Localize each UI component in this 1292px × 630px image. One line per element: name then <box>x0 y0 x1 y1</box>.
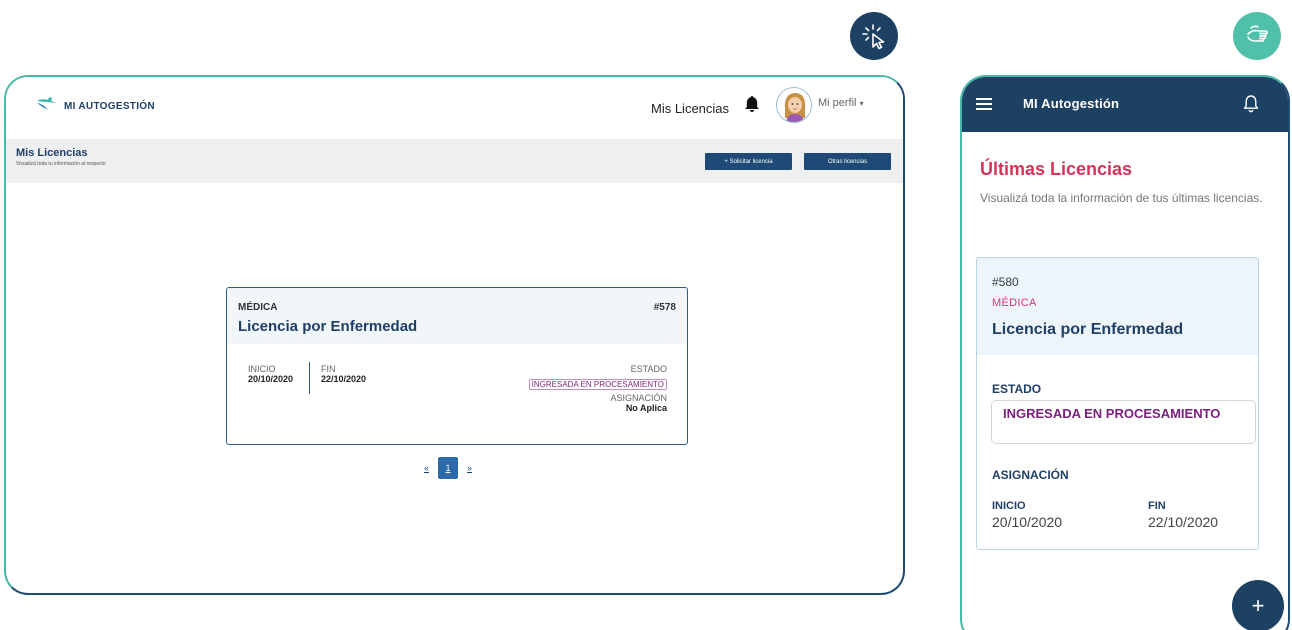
page-description: Visualizá toda la información de tus últ… <box>980 191 1263 205</box>
fin-field: FIN 22/10/2020 <box>321 364 366 384</box>
page-header: Mis Licencias Visualizá toda tu informac… <box>6 139 903 183</box>
asignacion-label: ASIGNACIÓN <box>992 468 1069 482</box>
inicio-value: 20/10/2020 <box>248 374 294 384</box>
inicio-label: INICIO <box>992 500 1026 512</box>
pagination-next[interactable]: » <box>467 463 472 473</box>
desktop-mockup: MI AUTOGESTIÓN Mis Licencias Mi perfil ▾… <box>4 75 905 595</box>
logo-icon <box>36 97 58 116</box>
add-button[interactable]: + <box>1232 580 1284 630</box>
license-number: #578 <box>653 302 676 313</box>
license-number: #580 <box>992 275 1019 289</box>
app-logo[interactable]: MI AUTOGESTIÓN <box>36 97 155 116</box>
inicio-field: INICIO 20/10/2020 <box>248 364 293 384</box>
mobile-mockup: MI Autogestión Últimas Licencias Visuali… <box>960 75 1290 630</box>
pagination: « 1 » <box>424 457 472 479</box>
estado-label: ESTADO <box>992 382 1042 396</box>
hamburger-menu-icon[interactable] <box>976 97 992 116</box>
page-title: Mis Licencias <box>16 147 88 159</box>
pagination-page-1[interactable]: 1 <box>438 457 459 479</box>
page-description: Visualizá toda tu información al respect… <box>16 161 106 167</box>
license-card[interactable]: MÉDICA #578 Licencia por Enfermedad INIC… <box>226 287 688 445</box>
desktop-top-bar: MI AUTOGESTIÓN Mis Licencias Mi perfil ▾ <box>6 77 903 139</box>
hand-touch-icon <box>1233 12 1281 60</box>
app-title: MI Autogestión <box>1023 96 1120 111</box>
license-card-header: #580 MÉDICA Licencia por Enfermedad <box>977 258 1258 355</box>
bell-icon[interactable] <box>1243 94 1259 118</box>
inicio-value: 20/10/2020 <box>992 514 1063 530</box>
estado-label: ESTADO <box>630 364 667 374</box>
logo-text: MI AUTOGESTIÓN <box>64 101 155 112</box>
page-title: Últimas Licencias <box>980 159 1133 179</box>
divider <box>309 362 310 394</box>
estado-field: ESTADO INGRESADA EN PROCESAMIENTO ASIGNA… <box>528 364 667 413</box>
fin-value: 22/10/2020 <box>1148 514 1219 530</box>
status-badge: INGRESADA EN PROCESAMIENTO <box>991 400 1256 444</box>
fin-value: 22/10/2020 <box>321 374 367 384</box>
showcase-stage: MI AUTOGESTIÓN Mis Licencias Mi perfil ▾… <box>0 0 1292 630</box>
license-card-header: MÉDICA #578 Licencia por Enfermedad <box>227 288 687 344</box>
profile-label: Mi perfil <box>818 97 857 109</box>
asignacion-value: No Aplica <box>625 403 667 413</box>
fin-label: FIN <box>1148 500 1166 512</box>
fin-label: FIN <box>321 364 336 374</box>
chevron-down-icon: ▾ <box>859 99 864 108</box>
nav-link-mis-licencias[interactable]: Mis Licencias <box>651 101 729 116</box>
mobile-top-bar: MI Autogestión <box>962 77 1288 132</box>
inicio-label: INICIO <box>248 364 276 374</box>
solicitar-licencia-button[interactable]: + Solicitar licencia <box>705 153 792 170</box>
license-title: Licencia por Enfermedad <box>238 318 418 335</box>
bell-icon[interactable] <box>744 95 760 118</box>
cursor-click-icon <box>850 12 898 60</box>
fin-field: FIN 22/10/2020 <box>1148 500 1218 530</box>
plus-icon: + <box>1251 593 1265 618</box>
license-type: MÉDICA <box>238 302 278 313</box>
inicio-field: INICIO 20/10/2020 <box>992 500 1062 530</box>
profile-menu[interactable]: Mi perfil ▾ <box>818 97 864 109</box>
license-title: Licencia por Enfermedad <box>992 321 1184 338</box>
asignacion-label: ASIGNACIÓN <box>610 393 667 403</box>
license-type: MÉDICA <box>992 297 1037 309</box>
license-card[interactable]: #580 MÉDICA Licencia por Enfermedad ESTA… <box>976 257 1259 550</box>
avatar[interactable] <box>776 87 812 123</box>
pagination-prev[interactable]: « <box>424 463 429 473</box>
status-badge: INGRESADA EN PROCESAMIENTO <box>528 379 667 390</box>
otras-licencias-button[interactable]: Otras licencias <box>804 153 891 170</box>
